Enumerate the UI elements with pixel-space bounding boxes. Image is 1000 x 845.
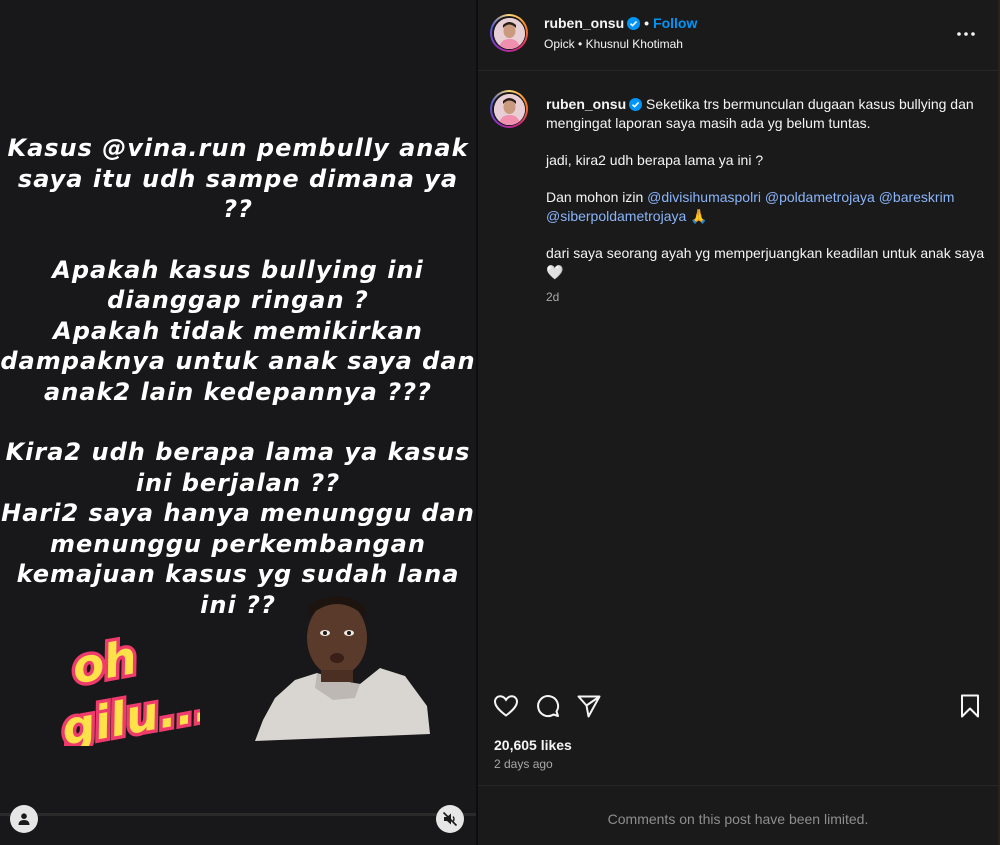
audio-title: Khusnul Khotimah bbox=[585, 37, 683, 51]
mute-toggle-button[interactable] bbox=[436, 805, 464, 833]
story-text: Kasus @vina.run pembully anak saya itu u… bbox=[0, 133, 476, 620]
likes-count[interactable]: 20,605 likes bbox=[494, 737, 572, 753]
mention-link[interactable]: @bareskrim bbox=[879, 189, 955, 205]
share-icon[interactable] bbox=[575, 692, 603, 720]
story-paragraph-2: Apakah kasus bullying ini dianggap ringa… bbox=[0, 255, 476, 406]
pray-emoji: 🙏 bbox=[690, 208, 708, 224]
speaker-muted-icon bbox=[442, 811, 458, 827]
comments-limited-notice: Comments on this post have been limited. bbox=[607, 811, 869, 827]
post-actions bbox=[478, 690, 998, 722]
svg-text:oh: oh bbox=[68, 630, 141, 694]
mention-link[interactable]: @poldametrojaya bbox=[765, 189, 875, 205]
caption-paragraph-2: jadi, kira2 udh berapa lama ya ini ? bbox=[546, 152, 764, 168]
caption-paragraph-4: dari saya seorang ayah yg memperjuangkan… bbox=[546, 244, 986, 282]
follow-button[interactable]: Follow bbox=[653, 15, 697, 31]
person-icon bbox=[18, 813, 30, 825]
comment-icon[interactable] bbox=[534, 692, 562, 720]
mention-link[interactable]: @divisihumaspolri bbox=[647, 189, 761, 205]
post-details-panel: ruben_onsu • Follow Opick • Khusnul Khotim… bbox=[478, 0, 998, 845]
mention-link[interactable]: @siberpoldametrojaya bbox=[546, 208, 686, 224]
post-media[interactable]: Kasus @vina.run pembully anak saya itu u… bbox=[0, 0, 476, 845]
caption-text-4: dari saya seorang ayah yg memperjuangkan… bbox=[546, 245, 985, 261]
oh-gilu-sticker: oh gilu... bbox=[55, 628, 200, 746]
caption-username[interactable]: ruben_onsu bbox=[546, 96, 626, 112]
verified-badge-icon bbox=[629, 98, 643, 111]
more-horizontal-icon[interactable] bbox=[956, 24, 976, 44]
avatar-image bbox=[493, 93, 525, 125]
caption-author-avatar[interactable] bbox=[490, 90, 528, 128]
audio-info[interactable]: Opick • Khusnul Khotimah bbox=[544, 37, 683, 51]
header-title: ruben_onsu • Follow bbox=[544, 15, 697, 31]
comments-divider bbox=[478, 785, 998, 786]
post-header: ruben_onsu • Follow Opick • Khusnul Khotim… bbox=[478, 0, 998, 70]
caption-text-3: Dan mohon izin bbox=[546, 189, 644, 205]
audio-separator: • bbox=[578, 37, 583, 51]
heart-emoji: 🤍 bbox=[546, 264, 564, 280]
separator-dot: • bbox=[644, 15, 650, 31]
caption-paragraph-3: Dan mohon izin @divisihumaspolri @poldam… bbox=[546, 188, 986, 226]
author-username[interactable]: ruben_onsu bbox=[544, 15, 624, 31]
audio-artist: Opick bbox=[544, 37, 575, 51]
story-paragraph-1: Kasus @vina.run pembully anak saya itu u… bbox=[7, 134, 469, 223]
caption-timestamp[interactable]: 2d bbox=[546, 288, 986, 307]
tagged-users-button[interactable] bbox=[10, 805, 38, 833]
avatar-image bbox=[493, 17, 525, 49]
heart-icon[interactable] bbox=[492, 692, 520, 720]
post-date[interactable]: 2 days ago bbox=[494, 757, 553, 771]
verified-badge-icon bbox=[627, 17, 641, 30]
media-progress-track bbox=[0, 813, 476, 816]
man-reaction-sticker bbox=[255, 596, 430, 741]
bookmark-icon[interactable] bbox=[956, 692, 984, 720]
header-divider bbox=[478, 70, 998, 71]
caption-paragraph-1: ruben_onsu Seketika trs bermunculan duga… bbox=[546, 95, 986, 133]
post-caption: ruben_onsu Seketika trs bermunculan duga… bbox=[546, 95, 986, 307]
author-avatar[interactable] bbox=[490, 14, 528, 52]
